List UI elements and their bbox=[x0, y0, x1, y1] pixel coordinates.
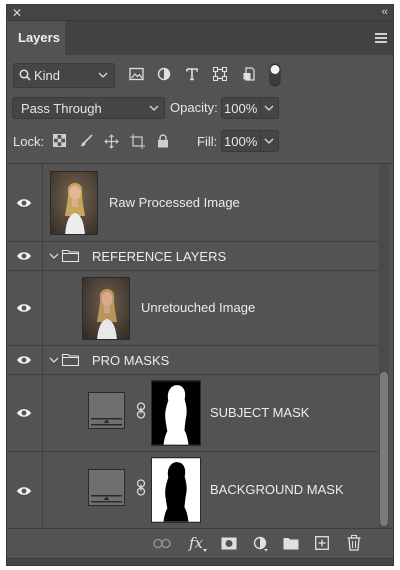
chevron-down-icon bbox=[264, 105, 274, 111]
folder-icon bbox=[62, 353, 79, 366]
kind-filter-label: Kind bbox=[34, 68, 61, 83]
visibility-toggle[interactable] bbox=[7, 452, 43, 529]
layer-row[interactable]: BACKGROUND MASK bbox=[7, 452, 378, 529]
fill-value: 100% bbox=[224, 134, 258, 149]
collapse-panel-icon[interactable]: ‹‹ bbox=[382, 5, 388, 20]
adjustment-filter-icon[interactable] bbox=[157, 67, 171, 81]
layer-group-row[interactable]: PRO MASKS bbox=[7, 346, 378, 375]
tab-layers-label: Layers bbox=[18, 30, 60, 45]
lock-all-icon[interactable] bbox=[157, 134, 169, 148]
chevron-down-icon[interactable] bbox=[49, 251, 59, 261]
chevron-down-icon bbox=[98, 72, 108, 78]
eye-icon bbox=[17, 356, 31, 364]
tab-layers[interactable]: Layers bbox=[7, 21, 65, 55]
link-layers-icon[interactable] bbox=[153, 538, 171, 549]
adjustment-layer-thumbnail bbox=[88, 469, 125, 506]
layer-name: SUBJECT MASK bbox=[210, 405, 310, 420]
fill-label: Fill: bbox=[197, 134, 218, 149]
shape-filter-icon[interactable] bbox=[213, 67, 227, 81]
eye-icon bbox=[17, 304, 31, 312]
delete-layer-trash-icon[interactable] bbox=[347, 535, 361, 551]
layer-style-fx-icon[interactable]: fx bbox=[189, 534, 203, 552]
lock-row: Lock: Fill: 100% bbox=[7, 127, 393, 157]
add-layer-mask-icon[interactable] bbox=[221, 537, 237, 550]
opacity-dropdown-button[interactable] bbox=[261, 97, 279, 119]
portrait-thumbnail-image bbox=[83, 278, 129, 339]
blend-mode-dropdown[interactable]: Pass Through bbox=[12, 97, 165, 119]
bottom-toolbar: fx bbox=[7, 528, 393, 558]
new-layer-icon[interactable] bbox=[315, 536, 329, 550]
opacity-value: 100% bbox=[224, 101, 258, 116]
visibility-toggle[interactable] bbox=[7, 164, 43, 241]
subject-mask-thumbnail bbox=[151, 380, 201, 446]
group-name: PRO MASKS bbox=[92, 353, 170, 368]
layer-group-row[interactable]: REFERENCE LAYERS bbox=[7, 242, 378, 271]
filter-row: Kind bbox=[7, 61, 393, 91]
layer-list: Raw Processed Image REFERENCE LAYERS Unr… bbox=[7, 163, 393, 529]
eye-icon bbox=[17, 486, 31, 495]
eye-icon bbox=[17, 198, 31, 207]
blend-row: Pass Through Opacity: 100% bbox=[7, 95, 393, 121]
layers-panel: ✕ ‹‹ Layers Kind Pass Through Opacity: 1… bbox=[6, 4, 394, 566]
panel-menu-icon[interactable] bbox=[375, 33, 387, 43]
lock-position-move-icon[interactable] bbox=[104, 134, 119, 149]
lock-transparency-icon[interactable] bbox=[53, 134, 66, 147]
smart-object-filter-icon[interactable] bbox=[242, 67, 256, 81]
opacity-label: Opacity: bbox=[170, 100, 218, 115]
lock-artboard-icon[interactable] bbox=[130, 134, 145, 149]
visibility-toggle[interactable] bbox=[7, 271, 43, 345]
eye-icon bbox=[17, 252, 31, 260]
search-icon bbox=[19, 69, 31, 81]
background-mask-thumbnail bbox=[151, 457, 201, 523]
portrait-thumbnail-image bbox=[51, 172, 97, 234]
chevron-down-icon[interactable] bbox=[49, 355, 59, 365]
chevron-down-icon bbox=[149, 105, 159, 111]
layer-row[interactable]: SUBJECT MASK bbox=[7, 375, 378, 452]
layer-row[interactable]: Raw Processed Image bbox=[7, 164, 378, 242]
layer-thumbnail bbox=[82, 277, 130, 340]
layer-name: BACKGROUND MASK bbox=[210, 482, 344, 497]
fx-menu-triangle-icon bbox=[203, 549, 207, 552]
visibility-toggle[interactable] bbox=[7, 242, 43, 270]
tab-bar: Layers bbox=[7, 21, 393, 55]
layer-row[interactable]: Unretouched Image bbox=[7, 271, 378, 346]
layer-name: Unretouched Image bbox=[141, 300, 256, 315]
new-group-folder-icon[interactable] bbox=[283, 537, 299, 550]
link-chain-icon[interactable] bbox=[136, 479, 146, 496]
scrollbar-thumb[interactable] bbox=[380, 372, 388, 526]
eye-icon bbox=[17, 409, 31, 417]
kind-filter-dropdown[interactable]: Kind bbox=[13, 63, 115, 88]
close-panel-icon[interactable]: ✕ bbox=[12, 5, 22, 21]
new-adjustment-layer-icon[interactable] bbox=[253, 536, 269, 552]
layer-list-scrollbar[interactable] bbox=[379, 164, 389, 529]
folder-icon bbox=[62, 249, 79, 262]
link-chain-icon[interactable] bbox=[136, 402, 146, 419]
chevron-down-icon bbox=[264, 138, 274, 144]
panel-title-strip: ✕ ‹‹ bbox=[7, 5, 393, 21]
image-filter-icon[interactable] bbox=[129, 67, 144, 81]
type-filter-icon[interactable] bbox=[185, 67, 199, 81]
adjustment-layer-thumbnail bbox=[88, 392, 125, 429]
layer-name: Raw Processed Image bbox=[109, 195, 240, 210]
group-name: REFERENCE LAYERS bbox=[92, 249, 227, 264]
blend-mode-value: Pass Through bbox=[21, 101, 102, 116]
visibility-toggle[interactable] bbox=[7, 346, 43, 374]
fill-input[interactable]: 100% bbox=[221, 130, 261, 152]
filter-toggle-icon[interactable] bbox=[269, 63, 281, 87]
lock-label: Lock: bbox=[13, 134, 45, 149]
lock-pixels-brush-icon[interactable] bbox=[79, 134, 93, 148]
layer-thumbnail bbox=[50, 171, 98, 235]
opacity-input[interactable]: 100% bbox=[221, 97, 261, 119]
panel-resize-grip[interactable] bbox=[7, 558, 393, 565]
fill-dropdown-button[interactable] bbox=[261, 130, 279, 152]
visibility-toggle[interactable] bbox=[7, 375, 43, 451]
